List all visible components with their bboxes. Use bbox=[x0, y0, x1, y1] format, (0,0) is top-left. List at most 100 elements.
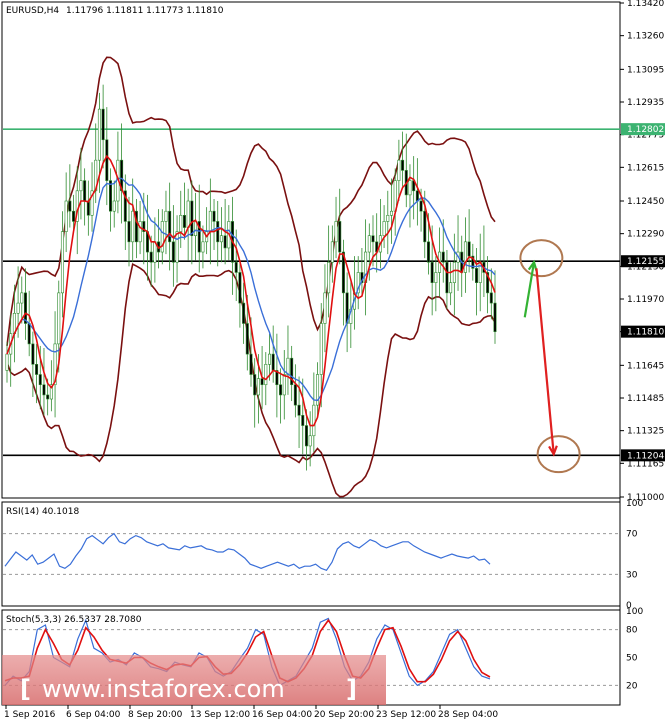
candle-body bbox=[389, 210, 393, 216]
candle-body bbox=[386, 214, 390, 222]
candle-body bbox=[430, 261, 434, 283]
candle-body bbox=[419, 200, 423, 212]
time-tick-label: 23 Sep 12:00 bbox=[376, 710, 436, 720]
candle-body bbox=[20, 292, 24, 304]
price-marker-label: 1.11204 bbox=[627, 451, 664, 461]
candle-body bbox=[164, 210, 168, 222]
stoch-tick-label: 20 bbox=[626, 681, 638, 691]
candle-body bbox=[286, 357, 290, 375]
candle-body bbox=[186, 200, 190, 228]
candle-body bbox=[31, 343, 35, 365]
candle-body bbox=[319, 323, 323, 375]
candle-body bbox=[434, 272, 438, 283]
candle-body bbox=[182, 214, 186, 228]
price-tick-label: 1.12450 bbox=[627, 197, 664, 207]
time-tick-label: 6 Sep 04:00 bbox=[66, 710, 121, 720]
time-tick-label: 13 Sep 12:00 bbox=[190, 710, 250, 720]
candle-body bbox=[219, 235, 223, 243]
candle-body bbox=[423, 210, 427, 243]
candle-body bbox=[68, 200, 72, 212]
time-tick-label: 8 Sep 20:00 bbox=[128, 710, 183, 720]
price-tick-label: 1.12935 bbox=[627, 98, 664, 108]
candle-body bbox=[330, 241, 334, 263]
candle-body bbox=[282, 374, 286, 396]
candle-body bbox=[86, 200, 90, 216]
candle-body bbox=[112, 200, 116, 212]
stoch-tick-label: 50 bbox=[626, 654, 638, 664]
price-tick-label: 1.11325 bbox=[627, 427, 664, 437]
candle-body bbox=[245, 323, 249, 355]
candle-body bbox=[253, 374, 257, 396]
candle-body bbox=[308, 435, 312, 447]
candle-body bbox=[260, 378, 264, 386]
time-tick-label: 16 Sep 04:00 bbox=[252, 710, 312, 720]
price-tick-label: 1.13420 bbox=[627, 0, 664, 9]
main-panel-frame bbox=[1, 1, 621, 499]
candle-body bbox=[367, 235, 371, 253]
candle-body bbox=[256, 378, 260, 396]
candle-body bbox=[242, 302, 246, 324]
candle-body bbox=[493, 302, 497, 332]
price-tick-label: 1.11970 bbox=[627, 295, 664, 305]
candle-body bbox=[452, 261, 456, 283]
candle-body bbox=[489, 292, 493, 304]
candle-body bbox=[297, 404, 301, 416]
candle-body bbox=[5, 353, 9, 371]
stoch-label: Stoch(5,3,3) 26.5337 28.7080 bbox=[6, 615, 142, 625]
price-marker-label: 1.12155 bbox=[627, 257, 664, 267]
candle-body bbox=[449, 282, 453, 294]
candle-body bbox=[168, 210, 172, 243]
candle-body bbox=[238, 272, 242, 304]
stoch-tick-label: 100 bbox=[626, 607, 643, 617]
price-tick-label: 1.12290 bbox=[627, 230, 664, 240]
rsi-tick-label: 30 bbox=[626, 570, 638, 580]
candle-body bbox=[179, 214, 183, 232]
candle-body bbox=[101, 108, 105, 141]
candle-body bbox=[60, 231, 64, 294]
candle-body bbox=[301, 415, 305, 426]
candle-body bbox=[475, 268, 479, 283]
candle-body bbox=[304, 425, 308, 447]
candle-body bbox=[35, 364, 39, 375]
candle-body bbox=[79, 180, 83, 192]
time-tick-label: 1 Sep 2016 bbox=[4, 710, 56, 720]
candle-body bbox=[201, 241, 205, 253]
candle-body bbox=[16, 302, 20, 314]
candle-body bbox=[249, 353, 253, 375]
price-marker-label: 1.12802 bbox=[627, 125, 664, 135]
price-tick-label: 1.11645 bbox=[627, 361, 664, 371]
candle-body bbox=[267, 353, 271, 365]
watermark-bracket-left: [ bbox=[20, 675, 31, 703]
candle-body bbox=[153, 241, 157, 263]
candle-body bbox=[72, 210, 76, 222]
candle-body bbox=[293, 384, 297, 406]
candle-body bbox=[401, 159, 405, 171]
candle-body bbox=[223, 235, 227, 249]
candle-body bbox=[408, 180, 412, 196]
price-marker-label: 1.11810 bbox=[627, 328, 664, 338]
forex-chart: 1.134201.132601.130951.129351.127751.126… bbox=[1, 0, 665, 720]
candle-body bbox=[27, 323, 31, 345]
candle-body bbox=[160, 221, 164, 253]
candle-body bbox=[234, 261, 238, 273]
candle-body bbox=[441, 251, 445, 263]
candle-body bbox=[382, 221, 386, 237]
candle-body bbox=[371, 235, 375, 243]
chart-header: EURUSD,H4 1.11796 1.11811 1.11773 1.1181… bbox=[6, 6, 224, 16]
candle-body bbox=[445, 261, 449, 294]
candle-body bbox=[415, 190, 419, 202]
price-tick-label: 1.13260 bbox=[627, 32, 664, 42]
candle-body bbox=[23, 292, 27, 324]
candle-body bbox=[38, 374, 42, 386]
candle-body bbox=[171, 241, 175, 263]
time-tick-label: 28 Sep 04:00 bbox=[438, 710, 498, 720]
candle-body bbox=[97, 108, 101, 161]
price-axis: 1.134201.132601.130951.129351.127751.126… bbox=[620, 0, 665, 503]
candle-body bbox=[42, 384, 46, 396]
candle-body bbox=[216, 221, 220, 243]
candle-body bbox=[64, 200, 68, 232]
candle-body bbox=[175, 231, 179, 263]
price-tick-label: 1.11485 bbox=[627, 394, 664, 404]
candle-body bbox=[467, 241, 471, 257]
candle-body bbox=[190, 200, 194, 237]
